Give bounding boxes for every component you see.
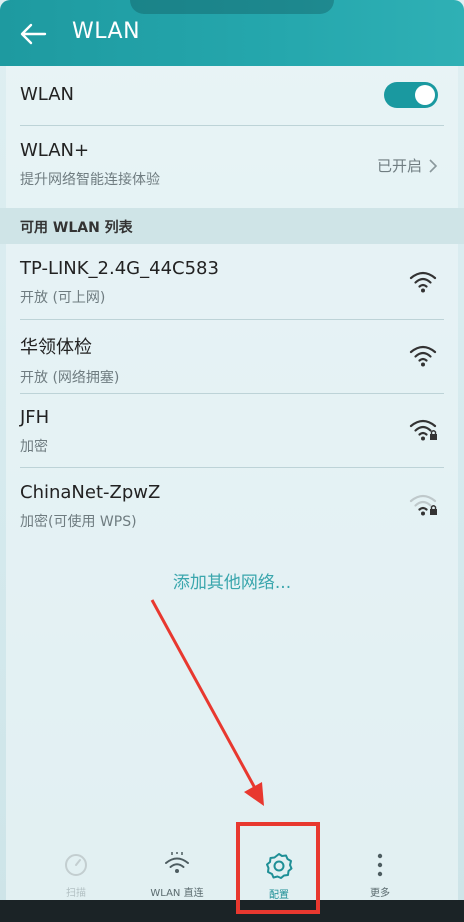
wifi-locked-weak-icon	[409, 494, 437, 516]
chevron-right-icon	[429, 158, 438, 173]
network-status: 开放 (网络拥塞)	[20, 370, 120, 386]
back-arrow-icon[interactable]	[18, 20, 48, 48]
page-title: WLAN	[72, 19, 141, 44]
wlan-switch[interactable]	[384, 82, 438, 108]
divider	[20, 467, 444, 468]
wifi-direct-icon	[165, 852, 189, 873]
refresh-icon	[65, 854, 87, 876]
wifi-locked-icon	[409, 419, 437, 441]
divider	[20, 125, 444, 126]
list-item[interactable]: 华领体检 开放 (网络拥塞)	[20, 333, 448, 387]
network-name: TP-LINK_2.4G_44C583	[20, 258, 219, 279]
bottom-toolbar: 扫描 WLAN 直连 配置 更多	[6, 838, 458, 901]
network-name: 华领体检	[20, 337, 92, 358]
network-status: 开放 (可上网)	[20, 290, 106, 306]
device-bezel	[0, 900, 464, 922]
wifi-open-icon	[409, 271, 437, 293]
add-other-network-link[interactable]: 添加其他网络...	[0, 568, 464, 593]
annotation-highlight-box	[236, 822, 320, 914]
divider	[20, 393, 444, 394]
switch-knob	[415, 85, 435, 105]
network-status: 加密	[20, 439, 48, 455]
tab-more[interactable]: 更多	[340, 852, 420, 899]
phone-screen: WLAN WLAN WLAN+ 提升网络智能连接体验 已开启 可用 WLAN 列…	[0, 0, 464, 922]
wifi-open-icon	[409, 345, 437, 367]
wlan-plus-status[interactable]: 已开启	[377, 155, 438, 176]
network-name: ChinaNet-ZpwZ	[20, 482, 161, 503]
tab-scan-label: 扫描	[66, 888, 86, 899]
tab-wlan-direct-label: WLAN 直连	[150, 888, 204, 899]
network-name: JFH	[20, 407, 50, 428]
tab-more-label: 更多	[370, 888, 390, 899]
app-bar: WLAN	[0, 0, 464, 66]
tab-scan[interactable]: 扫描	[36, 852, 116, 899]
list-item[interactable]: ChinaNet-ZpwZ 加密(可使用 WPS)	[20, 482, 448, 531]
tab-wlan-direct[interactable]: WLAN 直连	[137, 852, 217, 899]
available-networks-header: 可用 WLAN 列表	[0, 208, 464, 244]
divider	[20, 319, 444, 320]
list-item[interactable]: JFH 加密	[20, 407, 448, 456]
camera-notch	[130, 0, 334, 14]
wlan-plus-status-text: 已开启	[376, 157, 422, 175]
more-vertical-icon	[377, 853, 383, 877]
list-item[interactable]: TP-LINK_2.4G_44C583 开放 (可上网)	[20, 258, 448, 307]
network-status: 加密(可使用 WPS)	[20, 514, 137, 530]
section-title: 可用 WLAN 列表	[20, 220, 133, 236]
